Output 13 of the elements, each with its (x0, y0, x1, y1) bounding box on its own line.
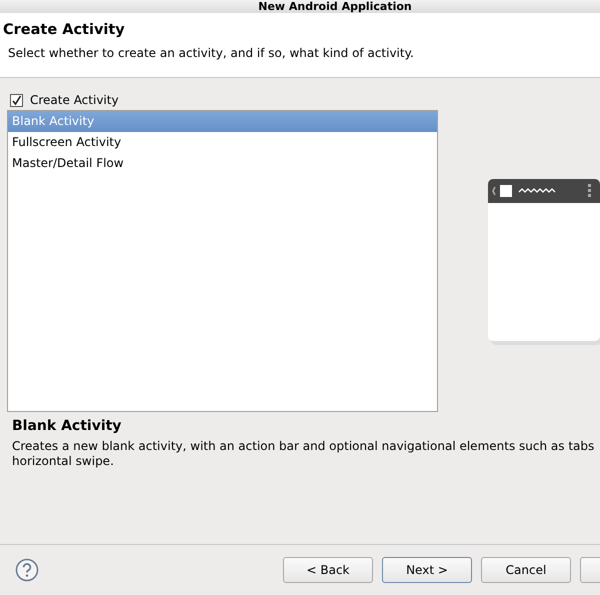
page-subtitle: Select whether to create an activity, and if so, what kind of activity. (7, 46, 415, 60)
help-icon[interactable] (15, 558, 39, 582)
dialog-button[interactable]: Cancel (481, 557, 571, 583)
dialog-button[interactable]: Next > (382, 557, 472, 583)
description-text: Creates a new blank activity, with an action bar and optional navigational elements such as tabs horizontal swipe. (12, 439, 593, 469)
template-list[interactable]: Blank Activity Fullscreen Activity Master/Detail Flow (7, 110, 438, 412)
template-item[interactable]: Master/Detail Flow (8, 153, 437, 174)
window-title: New Android Application (258, 0, 412, 13)
create-activity-checkbox[interactable]: Create Activity (10, 93, 119, 107)
page-title: Create Activity (3, 22, 126, 38)
dialog-button[interactable]: < Back (283, 557, 373, 583)
template-item[interactable]: Fullscreen Activity (8, 132, 437, 153)
description-title: Blank Activity (12, 418, 122, 434)
